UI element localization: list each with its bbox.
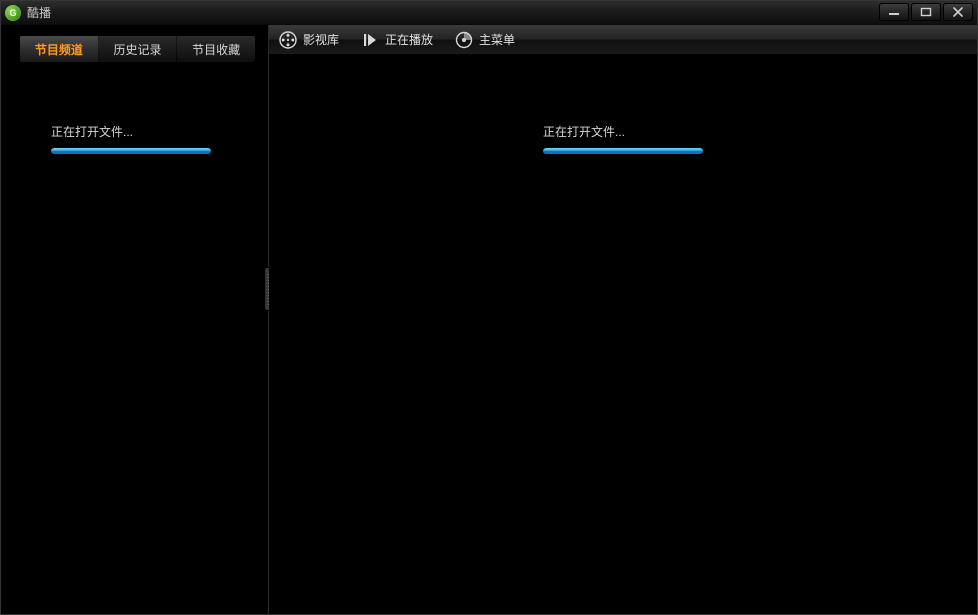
sidebar-tab-channels[interactable]: 节目频道 [20,36,99,62]
sidebar-tab-label: 节目收藏 [192,41,240,58]
toolbar-button-label: 正在播放 [385,31,433,48]
play-icon [361,31,379,49]
main-area: 影视库 正在播放 [269,25,977,614]
app-title: 酷播 [27,4,51,21]
sidebar-loading: 正在打开文件... [51,123,211,154]
main-loading: 正在打开文件... [543,123,703,154]
sidebar-progress-bar [51,148,211,154]
sidebar-tab-favorites[interactable]: 节目收藏 [177,36,255,62]
toolbar-button-label: 主菜单 [479,31,515,48]
main-loading-text: 正在打开文件... [543,123,703,140]
sidebar-tab-label: 历史记录 [114,41,162,58]
main-progress-bar [543,148,703,154]
maximize-button[interactable] [911,3,941,21]
sidebar-tab-history[interactable]: 历史记录 [99,36,178,62]
film-reel-icon [279,31,297,49]
sidebar-tabs: 节目频道 历史记录 节目收藏 [19,35,256,63]
app-window: G 酷播 节目频道 历史记录 节目 [0,0,978,615]
sidebar: 节目频道 历史记录 节目收藏 正在打开文件... [1,25,269,614]
main-toolbar: 影视库 正在播放 [269,25,977,55]
sidebar-loading-text: 正在打开文件... [51,123,211,140]
toolbar-nowplaying-button[interactable]: 正在播放 [361,31,433,49]
toolbar-library-button[interactable]: 影视库 [279,31,339,49]
minimize-button[interactable] [879,3,909,21]
sidebar-content: 正在打开文件... [1,63,268,614]
app-body: 节目频道 历史记录 节目收藏 正在打开文件... [1,25,977,614]
sidebar-tab-label: 节目频道 [35,41,83,58]
toolbar-mainmenu-button[interactable]: 主菜单 [455,31,515,49]
title-bar: G 酷播 [1,1,977,25]
window-controls [877,1,973,24]
player-content: 正在打开文件... [269,55,977,614]
close-button[interactable] [943,3,973,21]
toolbar-button-label: 影视库 [303,31,339,48]
menu-disc-icon [455,31,473,49]
app-logo-icon: G [5,5,21,21]
